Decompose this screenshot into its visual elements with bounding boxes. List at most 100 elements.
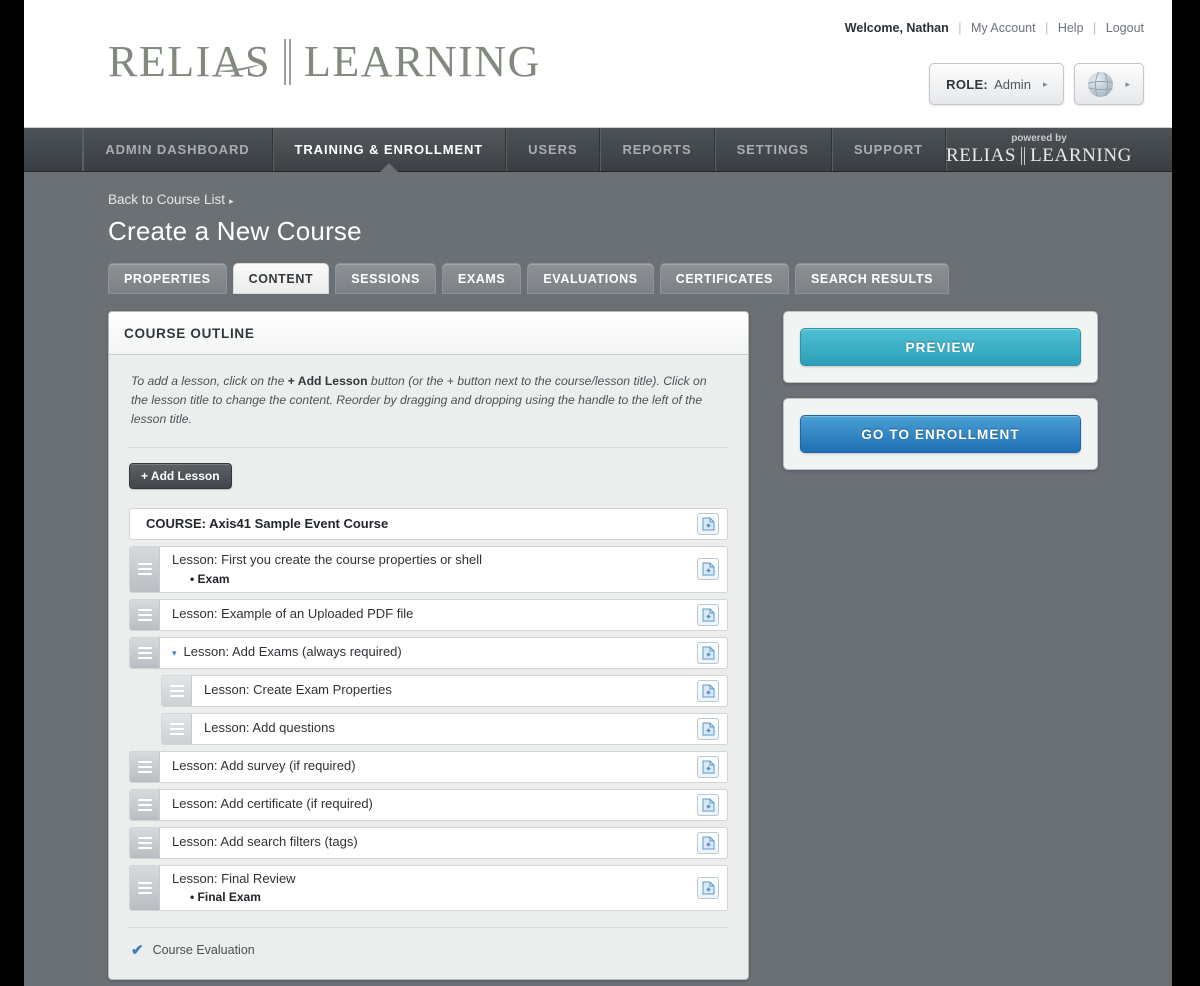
tab-evaluations[interactable]: EVALUATIONS — [527, 263, 654, 294]
tab-sessions[interactable]: SESSIONS — [335, 263, 436, 294]
document-plus-icon — [702, 608, 714, 622]
add-document-icon[interactable] — [697, 641, 719, 664]
nav-item-settings[interactable]: SETTINGS — [715, 128, 832, 171]
add-document-icon[interactable] — [697, 755, 719, 778]
nav-item-training-enrollment[interactable]: TRAINING & ENROLLMENT — [272, 128, 507, 171]
breadcrumb[interactable]: Back to Course List ▸ — [108, 192, 1172, 207]
nav-left-spacer — [24, 128, 84, 171]
document-plus-icon — [702, 836, 714, 850]
drag-handle-icon[interactable] — [162, 713, 192, 744]
lesson-text-wrap: Lesson: Add survey (if required) — [172, 753, 697, 780]
lesson-cell: Lesson: Add questions — [192, 714, 727, 744]
relias-learning-logo[interactable]: RELIAS LEARNING — [108, 36, 541, 87]
nav-item-support[interactable]: SUPPORT — [832, 128, 946, 171]
lesson-title: Lesson: Add certificate (if required) — [172, 796, 373, 812]
lesson-text-wrap: Lesson: Create Exam Properties — [204, 677, 697, 704]
panel-header: COURSE OUTLINE — [109, 312, 748, 355]
add-document-icon[interactable] — [697, 717, 719, 740]
lesson-cell: Lesson: Add certificate (if required) — [160, 790, 727, 820]
nav-item-users[interactable]: USERS — [506, 128, 601, 171]
site-header: Welcome, Nathan | My Account | Help | Lo… — [24, 0, 1172, 128]
add-lesson-button[interactable]: + Add Lesson — [129, 462, 232, 489]
drag-handle-icon[interactable] — [130, 637, 160, 668]
tab-content[interactable]: CONTENT — [232, 263, 330, 294]
enrollment-card: GO TO ENROLLMENT — [783, 398, 1098, 470]
tab-certificates[interactable]: CERTIFICATES — [659, 263, 789, 294]
lesson-row[interactable]: Lesson: Example of an Uploaded PDF file — [129, 598, 728, 631]
drag-handle-icon[interactable] — [130, 751, 160, 782]
lesson-title: Lesson: Add search filters (tags) — [172, 834, 358, 850]
drag-handle-icon[interactable] — [130, 865, 160, 911]
utility-bar: Welcome, Nathan | My Account | Help | Lo… — [845, 21, 1144, 35]
course-evaluation-row[interactable]: ✔ Course Evaluation — [129, 941, 728, 959]
lesson-text-wrap: ▾ Lesson: Add Exams (always required) — [172, 639, 697, 666]
go-to-enrollment-button[interactable]: GO TO ENROLLMENT — [800, 415, 1081, 453]
course-evaluation-label: Course Evaluation — [152, 943, 255, 958]
drag-handle-icon[interactable] — [162, 675, 192, 706]
my-account-link[interactable]: My Account — [971, 21, 1036, 35]
help-link[interactable]: Help — [1058, 21, 1084, 35]
lesson-text-wrap: Lesson: First you create the course prop… — [172, 547, 697, 592]
lesson-cell: Lesson: Add survey (if required) — [160, 752, 727, 782]
role-selector-button[interactable]: ROLE: Admin ▸ — [929, 63, 1065, 105]
nav-item-admin-dashboard[interactable]: ADMIN DASHBOARD — [83, 128, 273, 171]
drag-handle-icon[interactable] — [130, 599, 160, 630]
tab-exams[interactable]: EXAMS — [441, 263, 522, 294]
utility-separator: | — [1093, 21, 1097, 35]
lesson-row[interactable]: ▾ Lesson: Add Exams (always required) — [129, 636, 728, 669]
add-document-icon[interactable] — [697, 558, 719, 581]
main-navigation: ADMIN DASHBOARD TRAINING & ENROLLMENT US… — [24, 128, 1172, 172]
lesson-row[interactable]: Lesson: First you create the course prop… — [129, 545, 728, 593]
logout-link[interactable]: Logout — [1106, 21, 1144, 35]
instructions-text: To add a lesson, click on the + Add Less… — [129, 372, 728, 429]
lesson-row[interactable]: Lesson: Final Review • Final Exam — [129, 864, 728, 912]
lesson-row-nested[interactable]: Lesson: Create Exam Properties — [161, 674, 728, 707]
utility-separator: | — [958, 21, 962, 35]
lesson-row[interactable]: Lesson: Add certificate (if required) — [129, 788, 728, 821]
lesson-cell: Lesson: Add search filters (tags) — [160, 828, 727, 858]
lesson-cell: Lesson: Final Review • Final Exam — [160, 866, 727, 911]
document-plus-icon — [702, 760, 714, 774]
add-document-icon[interactable] — [697, 512, 719, 535]
tab-properties[interactable]: PROPERTIES — [108, 263, 227, 294]
caret-down-icon[interactable]: ▾ — [172, 648, 177, 659]
lesson-text-wrap: Lesson: Final Review • Final Exam — [172, 866, 697, 911]
hint-bold: + Add Lesson — [287, 374, 368, 388]
add-document-icon[interactable] — [697, 793, 719, 816]
nav-brand-logo: RELIAS LEARNING — [946, 145, 1132, 167]
add-document-icon[interactable] — [697, 831, 719, 854]
lesson-text-wrap: Lesson: Add questions — [204, 715, 697, 742]
preview-card: PREVIEW — [783, 311, 1098, 383]
lesson-row-nested[interactable]: Lesson: Add questions — [161, 712, 728, 745]
drag-handle-icon[interactable] — [130, 827, 160, 858]
lesson-title: Lesson: Add Exams (always required) — [183, 644, 402, 660]
add-document-icon[interactable] — [697, 679, 719, 702]
lesson-text-wrap: Lesson: Add certificate (if required) — [172, 791, 697, 818]
tab-search-results[interactable]: SEARCH RESULTS — [794, 263, 950, 294]
document-plus-icon — [702, 684, 714, 698]
lesson-title: Lesson: First you create the course prop… — [172, 551, 482, 567]
language-selector-button[interactable]: ▸ — [1074, 63, 1144, 105]
nav-item-reports[interactable]: REPORTS — [600, 128, 715, 171]
divider — [129, 446, 728, 448]
add-document-icon[interactable] — [697, 876, 719, 899]
course-outline-panel: COURSE OUTLINE To add a lesson, click on… — [108, 311, 749, 981]
course-root-row[interactable]: COURSE: Axis41 Sample Event Course — [129, 507, 728, 540]
nav-brand-learning: LEARNING — [1030, 144, 1132, 166]
document-plus-icon — [702, 798, 714, 812]
logo-divider-bars — [284, 38, 291, 85]
hint-part-1: To add a lesson, click on the — [131, 374, 288, 388]
panel-body: To add a lesson, click on the + Add Less… — [109, 355, 748, 979]
drag-handle-icon[interactable] — [130, 546, 160, 592]
preview-button[interactable]: PREVIEW — [800, 328, 1081, 366]
nav-brand-divider — [1021, 146, 1026, 165]
lesson-row[interactable]: Lesson: Add search filters (tags) — [129, 826, 728, 859]
lesson-row[interactable]: Lesson: Add survey (if required) — [129, 750, 728, 783]
add-document-icon[interactable] — [697, 603, 719, 626]
role-label: ROLE: — [946, 76, 989, 92]
lesson-title: Lesson: Final Review — [172, 870, 296, 886]
document-plus-icon — [702, 646, 714, 660]
lesson-text-wrap: Lesson: Example of an Uploaded PDF file — [172, 601, 697, 628]
drag-handle-icon[interactable] — [130, 789, 160, 820]
role-value: Admin — [994, 76, 1031, 92]
